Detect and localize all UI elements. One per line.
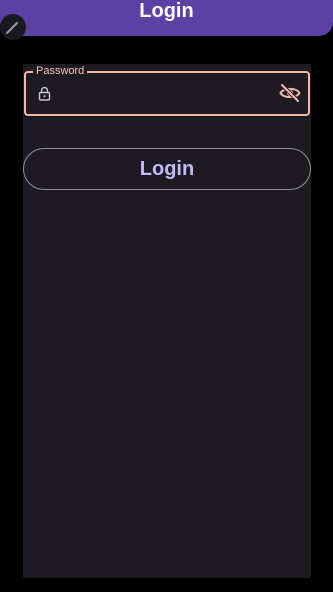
password-field-label: Password — [33, 65, 88, 78]
back-arrow-icon[interactable] — [0, 14, 26, 40]
app-bar: Login — [0, 0, 333, 36]
password-field[interactable]: Password — [24, 65, 310, 116]
login-button[interactable]: Login — [23, 148, 311, 190]
eye-off-icon[interactable] — [278, 82, 302, 104]
login-screen: Login Password Login — [0, 0, 333, 592]
lock-icon — [38, 86, 51, 101]
password-input[interactable] — [60, 82, 270, 106]
app-bar-title: Login — [139, 0, 194, 22]
login-form-panel: Password Login — [23, 64, 311, 578]
